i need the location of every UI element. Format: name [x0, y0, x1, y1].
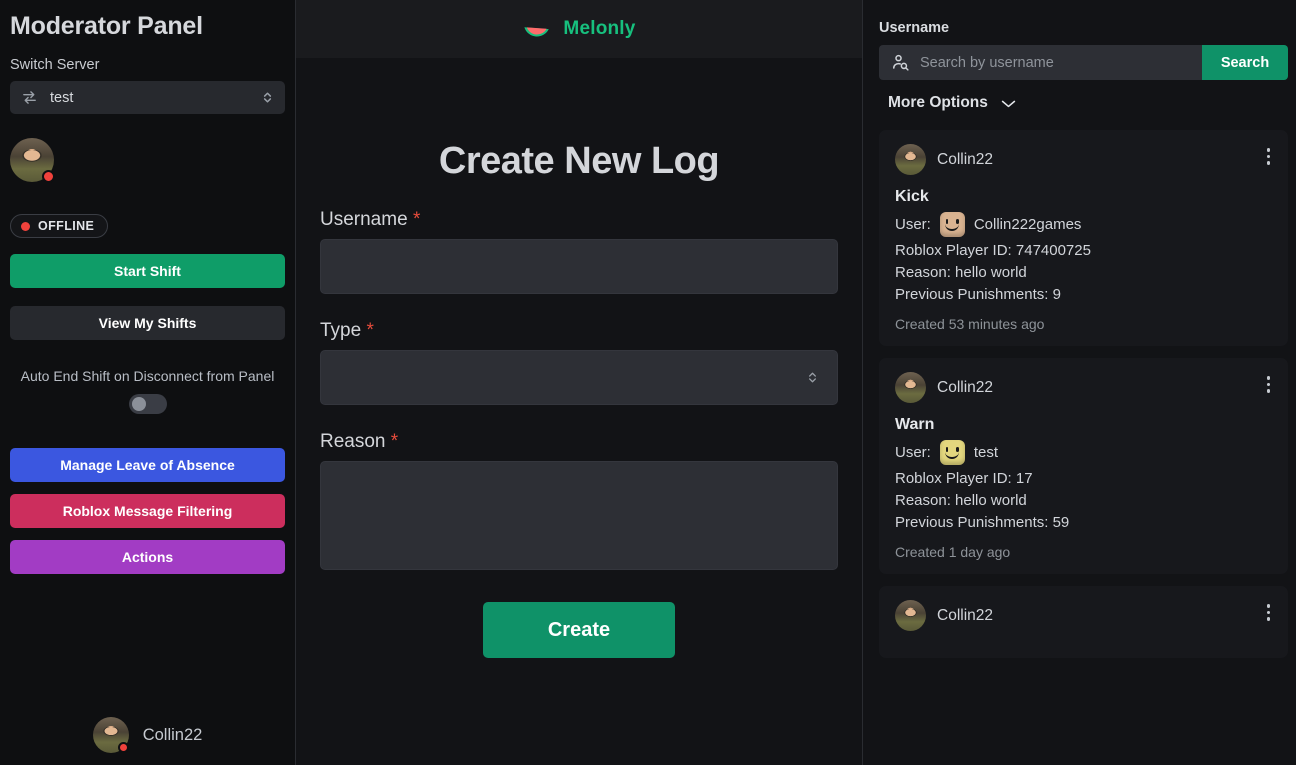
- log-created-timestamp: Created 1 day ago: [895, 544, 1011, 560]
- log-card-header: Collin22: [895, 144, 1272, 175]
- log-card[interactable]: Collin22 Kick User: Collin222games Roblo…: [879, 130, 1288, 346]
- app-root: Moderator Panel Switch Server test OFFLI…: [0, 0, 1296, 765]
- stepper-chevrons-icon: [261, 89, 274, 106]
- search-button[interactable]: Search: [1202, 45, 1288, 80]
- moderator-avatar: [895, 144, 926, 175]
- status-dot-offline: [117, 742, 129, 753]
- log-player-id: Roblox Player ID: 747400725: [895, 242, 1091, 259]
- required-marker: *: [412, 209, 421, 230]
- log-moderator-name: Collin22: [937, 150, 994, 168]
- field-username: Username *: [320, 209, 838, 294]
- kebab-menu-icon[interactable]: [1265, 146, 1273, 167]
- switch-server-label: Switch Server: [10, 57, 100, 73]
- chevron-down-icon: [1000, 98, 1017, 109]
- brand-name: Melonly: [563, 18, 636, 39]
- log-card[interactable]: Collin22: [879, 586, 1288, 658]
- search-field[interactable]: [879, 45, 1202, 80]
- create-button[interactable]: Create: [483, 602, 675, 658]
- log-card-header: Collin22: [895, 600, 1272, 631]
- log-card-header: Collin22: [895, 372, 1272, 403]
- type-select[interactable]: [320, 350, 838, 405]
- search-input[interactable]: [920, 54, 1190, 71]
- submit-row: Create: [320, 602, 838, 658]
- exchange-arrows-icon: [21, 89, 38, 106]
- field-type: Type *: [320, 320, 838, 405]
- user-avatar-large[interactable]: [10, 138, 55, 183]
- log-previous-punishments: Previous Punishments: 9: [895, 286, 1061, 303]
- status-badge: OFFLINE: [10, 214, 109, 238]
- server-select-value: test: [50, 89, 74, 106]
- log-reason: Reason: hello world: [895, 264, 1027, 281]
- log-user-line: User: test: [895, 440, 1272, 465]
- view-my-shifts-button[interactable]: View My Shifts: [10, 306, 285, 340]
- field-label-text: Type: [320, 320, 362, 341]
- log-type: Warn: [895, 416, 935, 433]
- required-marker: *: [390, 431, 399, 452]
- status-dot-offline: [42, 170, 55, 183]
- log-list: Collin22 Kick User: Collin222games Roblo…: [879, 130, 1288, 658]
- log-user-label: User:: [895, 216, 931, 233]
- status-badge-label: OFFLINE: [38, 219, 95, 233]
- log-user-line: User: Collin222games: [895, 212, 1272, 237]
- log-previous-punishments: Previous Punishments: 59: [895, 514, 1070, 531]
- required-marker: *: [366, 320, 374, 341]
- roblox-avatar-icon: [939, 440, 965, 465]
- moderator-sidebar: Moderator Panel Switch Server test OFFLI…: [0, 0, 296, 765]
- roblox-message-filtering-button[interactable]: Roblox Message Filtering: [10, 494, 285, 528]
- log-created-timestamp: Created 53 minutes ago: [895, 316, 1045, 332]
- roblox-avatar-icon: [939, 212, 965, 237]
- more-options-toggle[interactable]: More Options: [879, 94, 1288, 112]
- footer-avatar: [92, 717, 129, 753]
- footer-username: Collin22: [142, 725, 203, 744]
- field-label: Username *: [320, 209, 838, 231]
- log-user-label: User:: [895, 444, 931, 461]
- log-card[interactable]: Collin22 Warn User: test Roblox Player I…: [879, 358, 1288, 574]
- log-type: Kick: [895, 188, 929, 205]
- offline-dot-icon: [21, 221, 30, 231]
- log-user-name: Collin222games: [973, 216, 1082, 233]
- moderator-avatar: [895, 372, 926, 403]
- more-options-label: More Options: [888, 94, 988, 111]
- search-row: Search: [879, 45, 1288, 80]
- page-title: Moderator Panel: [10, 12, 203, 40]
- auto-end-shift-label: Auto End Shift on Disconnect from Panel: [20, 368, 275, 384]
- start-shift-button[interactable]: Start Shift: [10, 254, 285, 288]
- top-header: Melonly: [296, 0, 862, 58]
- username-search-label: Username: [879, 20, 950, 36]
- kebab-menu-icon[interactable]: [1265, 602, 1273, 623]
- sidebar-user-footer[interactable]: Collin22: [0, 717, 295, 753]
- form-title: Create New Log: [438, 140, 720, 182]
- manage-leave-of-absence-button[interactable]: Manage Leave of Absence: [10, 448, 285, 482]
- field-label-text: Reason: [320, 431, 386, 452]
- watermelon-slice-icon: [522, 14, 552, 44]
- field-label: Reason *: [320, 431, 838, 453]
- log-moderator-name: Collin22: [937, 378, 994, 396]
- moderator-avatar: [895, 600, 926, 631]
- toggle-knob: [131, 397, 146, 411]
- avatar: [895, 372, 926, 403]
- kebab-menu-icon[interactable]: [1265, 374, 1273, 395]
- create-log-form: Create New Log Username * Type * Reason …: [296, 58, 862, 765]
- server-select[interactable]: test: [10, 81, 285, 114]
- actions-button[interactable]: Actions: [10, 540, 285, 574]
- reason-textarea[interactable]: [320, 461, 838, 570]
- avatar: [895, 600, 926, 631]
- auto-end-shift-toggle[interactable]: [128, 394, 167, 414]
- field-label-text: Username: [320, 209, 408, 230]
- logs-search-panel: Username Search More Options: [862, 0, 1296, 765]
- user-search-icon: [891, 53, 910, 72]
- log-moderator-name: Collin22: [937, 606, 994, 624]
- field-reason: Reason *: [320, 431, 838, 570]
- username-input[interactable]: [320, 239, 838, 294]
- log-user-name: test: [973, 444, 999, 461]
- log-reason: Reason: hello world: [895, 492, 1027, 509]
- field-label: Type *: [320, 320, 838, 342]
- log-player-id: Roblox Player ID: 17: [895, 470, 1033, 487]
- avatar: [895, 144, 926, 175]
- main-content: Melonly Create New Log Username * Type *: [296, 0, 862, 765]
- stepper-chevrons-icon: [806, 369, 819, 386]
